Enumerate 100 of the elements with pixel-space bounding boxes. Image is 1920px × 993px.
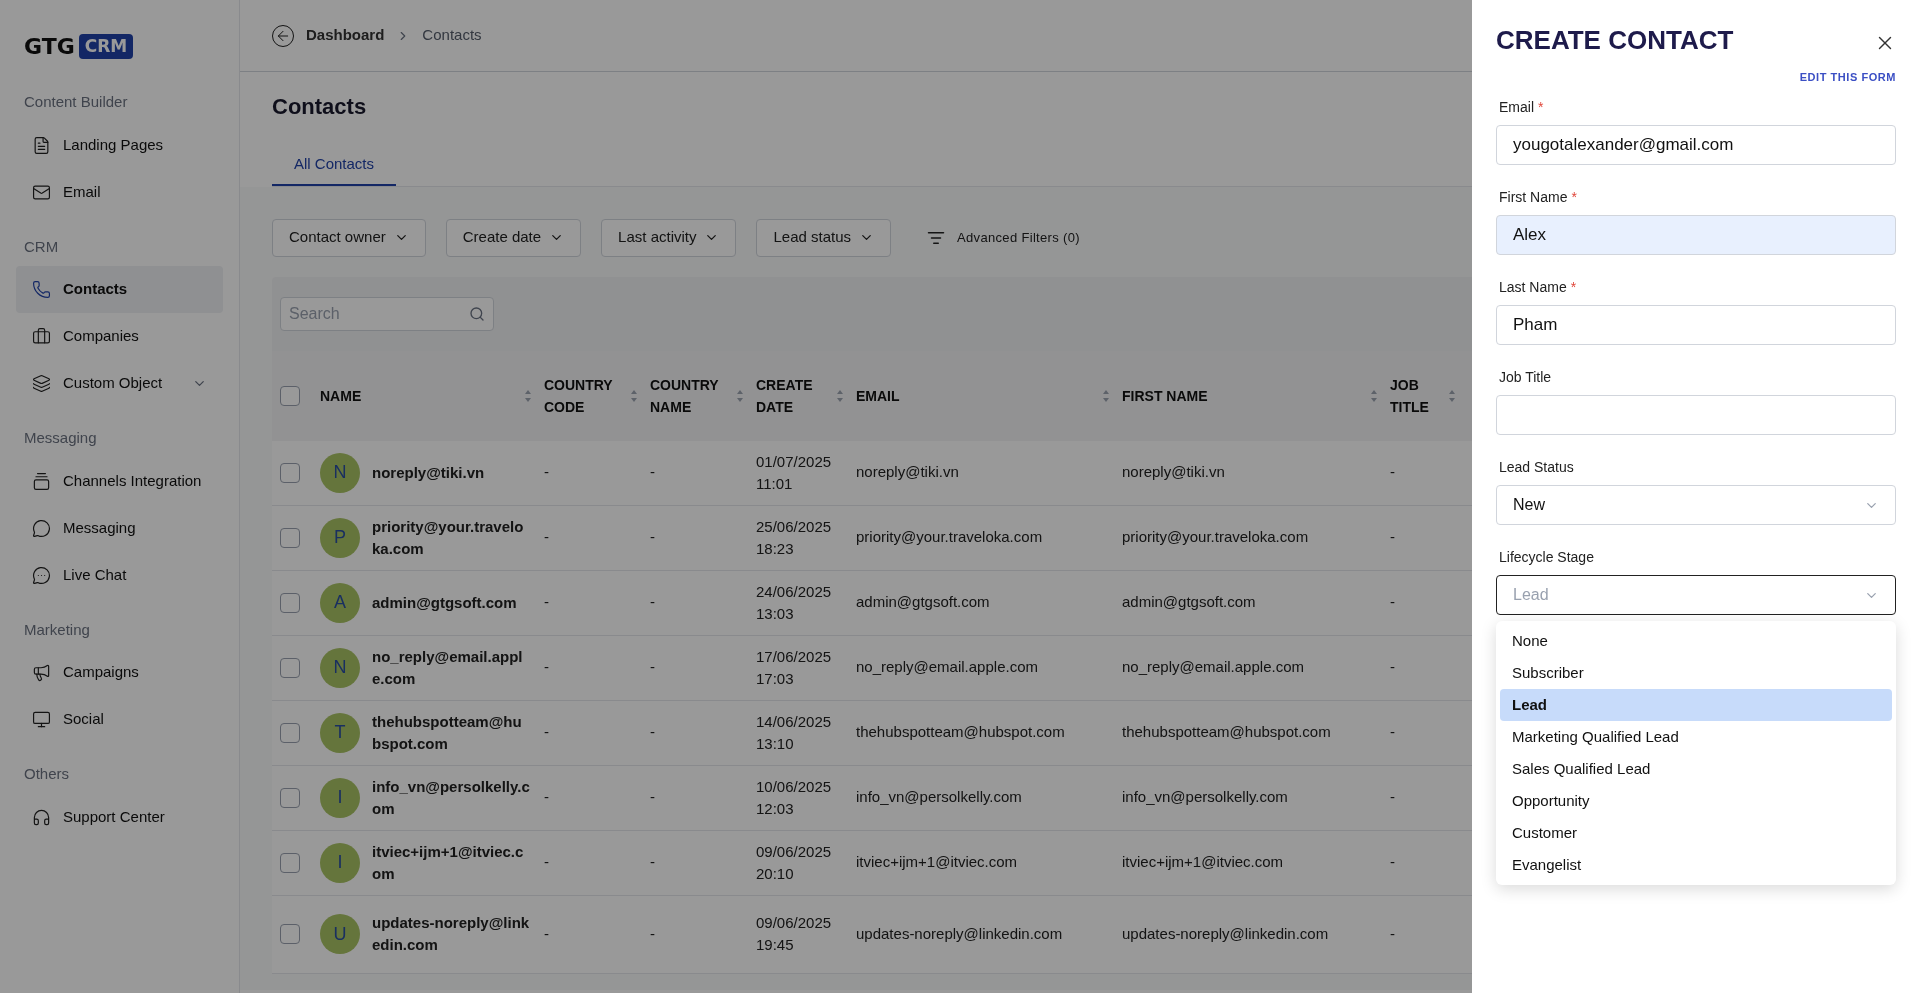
- item-label: Email: [63, 181, 102, 202]
- contact-name[interactable]: thehubspotteam@hubspot.com: [372, 710, 530, 755]
- table-cell-text: itviec+ijm+1@itviec.com: [1122, 852, 1285, 873]
- table-cell-text: 09/06/2025 19:45: [756, 913, 833, 955]
- table-cell-text: -: [650, 592, 656, 613]
- search-icon[interactable]: [469, 305, 485, 322]
- checkbox[interactable]: [280, 385, 300, 406]
- checkbox[interactable]: [280, 657, 300, 678]
- document-icon: [32, 135, 51, 155]
- checkbox[interactable]: [280, 592, 300, 613]
- column-header[interactable]: JOB TITLE: [1390, 373, 1444, 418]
- search-input[interactable]: Search: [289, 301, 469, 326]
- edit-form-link[interactable]: EDIT THIS FORM: [1799, 68, 1896, 85]
- filter-dropdown[interactable]: Contact owner: [272, 218, 426, 257]
- contact-name[interactable]: no_reply@email.apple.com: [372, 645, 530, 690]
- field-label: Last Name: [1499, 278, 1567, 297]
- sidebar-item[interactable]: Live Chat: [16, 551, 223, 599]
- table-cell-text: 17/06/2025 17:03: [756, 646, 833, 689]
- table-cell-text: 14/06/2025 13:10: [756, 711, 833, 754]
- filter-dropdown[interactable]: Lead status: [756, 218, 892, 257]
- column-header[interactable]: CREATE DATE: [756, 373, 826, 418]
- required-mark: *: [1571, 188, 1577, 207]
- sidebar-item[interactable]: Social: [16, 696, 223, 743]
- tab[interactable]: All Contacts: [272, 153, 397, 186]
- sort-icon[interactable]: [736, 388, 744, 403]
- dropdown-option[interactable]: Lead: [1500, 689, 1892, 721]
- table-cell-text: -: [544, 592, 550, 613]
- table-cell-text: -: [650, 462, 656, 483]
- input-field[interactable]: yougotalexander@gmail.com: [1496, 125, 1896, 165]
- sidebar-item[interactable]: Support Center: [16, 793, 223, 841]
- sort-icon[interactable]: [524, 388, 532, 403]
- section-heading: Others: [23, 764, 70, 784]
- avatar: U: [320, 914, 360, 954]
- sort-icon[interactable]: [1448, 388, 1456, 403]
- column-header[interactable]: COUNTRY CODE: [544, 373, 614, 418]
- contact-name[interactable]: itviec+ijm+1@itviec.com: [372, 840, 530, 885]
- table-cell-text: no_reply@email.apple.com: [856, 657, 1039, 678]
- select-field[interactable]: New: [1496, 485, 1896, 525]
- table-cell-text: -: [650, 852, 656, 873]
- field-label: First Name: [1499, 188, 1568, 207]
- table-cell-text: -: [544, 527, 550, 548]
- table-cell-text: priority@your.traveloka.com: [1122, 527, 1310, 548]
- input-field[interactable]: Alex: [1496, 215, 1896, 255]
- column-header[interactable]: NAME: [320, 384, 362, 407]
- logo-badge: CRM: [78, 33, 134, 60]
- table-cell-text: -: [544, 657, 550, 678]
- contact-name[interactable]: noreply@tiki.vn: [372, 461, 530, 484]
- contact-name[interactable]: info_vn@persolkelly.com: [372, 775, 530, 820]
- sidebar-item[interactable]: Companies: [16, 313, 223, 360]
- sidebar-item[interactable]: Channels Integration: [16, 457, 223, 505]
- table-cell-text: -: [1390, 923, 1396, 944]
- table-cell-text: -: [544, 852, 550, 873]
- sidebar-item[interactable]: Campaigns: [16, 649, 223, 696]
- item-label: Live Chat: [63, 564, 128, 585]
- field-label: Email: [1499, 98, 1534, 117]
- sort-icon[interactable]: [836, 388, 844, 403]
- sort-icon[interactable]: [1102, 388, 1110, 403]
- sidebar-item[interactable]: Contacts: [16, 266, 223, 313]
- table-cell-text: 25/06/2025 18:23: [756, 516, 833, 559]
- table-cell-text: -: [544, 722, 550, 743]
- sidebar-item[interactable]: Messaging: [16, 504, 223, 552]
- checkbox[interactable]: [280, 852, 300, 873]
- checkbox[interactable]: [280, 462, 300, 483]
- item-label: Landing Pages: [63, 134, 165, 155]
- field-label: Lifecycle Stage: [1499, 548, 1594, 567]
- input-field[interactable]: Pham: [1496, 305, 1896, 345]
- input-field[interactable]: [1496, 395, 1896, 435]
- search-field[interactable]: Search: [280, 296, 494, 331]
- avatar: N: [320, 452, 360, 493]
- contact-name[interactable]: admin@gtgsoft.com: [372, 591, 530, 614]
- avatar: I: [320, 777, 360, 818]
- table-cell-text: -: [650, 722, 656, 743]
- checkbox[interactable]: [280, 722, 300, 743]
- section-heading: Marketing: [23, 619, 91, 640]
- column-header[interactable]: EMAIL: [856, 384, 900, 407]
- avatar: P: [320, 517, 360, 558]
- sidebar-item[interactable]: Custom Object: [16, 360, 223, 407]
- contact-name[interactable]: updates-noreply@linkedin.com: [372, 912, 530, 956]
- item-label: Social: [63, 709, 105, 730]
- advanced-filters-button[interactable]: Advanced Filters (0): [911, 218, 1096, 257]
- table-cell-text: -: [650, 527, 656, 548]
- section-heading: Messaging: [23, 428, 98, 448]
- checkbox[interactable]: [280, 924, 300, 944]
- sidebar-item[interactable]: Email: [16, 168, 223, 216]
- filter-dropdown[interactable]: Last activity: [601, 218, 737, 257]
- table-cell-text: 24/06/2025 13:03: [756, 581, 833, 624]
- table-cell-text: thehubspotteam@hubspot.com: [856, 722, 1066, 743]
- filter-dropdown[interactable]: Create date: [445, 218, 582, 257]
- sort-icon[interactable]: [630, 388, 638, 403]
- phone-icon: [32, 280, 51, 299]
- sort-icon[interactable]: [1370, 388, 1378, 403]
- contact-name[interactable]: priority@your.traveloka.com: [372, 515, 530, 560]
- checkbox[interactable]: [280, 787, 300, 808]
- breadcrumb-item[interactable]: Dashboard: [306, 24, 385, 47]
- table-cell-text: no_reply@email.apple.com: [1122, 657, 1305, 678]
- column-header[interactable]: FIRST NAME: [1122, 384, 1208, 407]
- column-header[interactable]: COUNTRY NAME: [650, 373, 720, 418]
- checkbox[interactable]: [280, 527, 300, 548]
- sidebar-item[interactable]: Landing Pages: [16, 121, 223, 169]
- megaphone-icon: [32, 663, 51, 682]
